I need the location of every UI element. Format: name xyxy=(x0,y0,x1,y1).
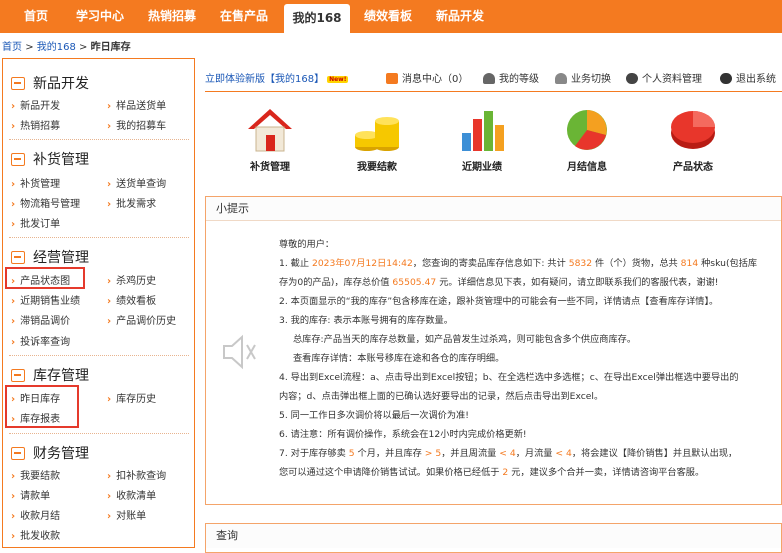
divider xyxy=(9,237,189,238)
tab-home[interactable]: 首页 xyxy=(8,0,64,33)
tab-on-sale[interactable]: 在售产品 xyxy=(212,0,276,33)
tips-line: 查看库存详情：本账号移库在途和各仓的库存明细。 xyxy=(293,353,505,364)
quick-settlement[interactable]: 我要结款 xyxy=(347,107,407,173)
highlight-box xyxy=(5,385,79,428)
mail-icon xyxy=(386,73,398,84)
sidebar-item[interactable]: 扣补款查询 xyxy=(107,467,166,482)
user-icon xyxy=(483,73,495,84)
sidebar-item[interactable]: 热销招募 xyxy=(11,117,60,132)
my-level-link[interactable]: 我的等级 xyxy=(483,70,539,85)
new-version-link[interactable]: 立即体验新版【我的168】 New! xyxy=(205,70,349,85)
switch-business-link[interactable]: 业务切换 xyxy=(555,70,611,85)
power-icon xyxy=(720,73,732,84)
breadcrumb-my168[interactable]: 我的168 xyxy=(37,42,76,53)
truck-icon xyxy=(11,153,25,166)
message-center-link[interactable]: 消息中心（0） xyxy=(386,70,468,85)
tips-line: 1. 截止 2023年07月12日14:42，您查询的寄卖品库存信息如下: 共计… xyxy=(279,258,758,269)
sidebar-item[interactable]: 产品调价历史 xyxy=(107,312,176,327)
main-header: 立即体验新版【我的168】 New! 消息中心（0） 我的等级 业务切换 个人资料… xyxy=(205,70,782,86)
tab-performance[interactable]: 绩效看板 xyxy=(356,0,420,33)
sidebar-item[interactable]: 绩效看板 xyxy=(107,292,156,307)
query-panel: 查询 xyxy=(205,523,782,553)
divider xyxy=(9,355,189,356)
users-icon xyxy=(555,73,567,84)
sidebar-section-inventory: 库存管理 xyxy=(11,365,89,385)
sidebar-item[interactable]: 物流箱号管理 xyxy=(11,195,80,210)
sidebar-item[interactable]: 库存历史 xyxy=(107,390,156,405)
tips-line: 内容；d、点击弹出框上面的已确认选好要导出的记录，然后点击导出到Excel。 xyxy=(279,391,604,402)
sidebar-item[interactable]: 我要结款 xyxy=(11,467,60,482)
sidebar-item[interactable]: 送货单查询 xyxy=(107,175,166,190)
tips-line: 总库存:产品当天的库存总数量，如产品曾发生过杀鸡，则可能包含多个供应商库存。 xyxy=(293,334,637,345)
quick-product-status[interactable]: 产品状态 xyxy=(663,107,723,173)
tips-line: 4. 导出到Excel流程：a、点击导出到Excel按钮；b、在全选栏选中多选框… xyxy=(279,372,739,383)
sidebar-section-replenish: 补货管理 xyxy=(11,149,89,169)
divider xyxy=(205,91,782,92)
tips-line: 2. 本页面显示的“我的库存”包含移库在途，跟补货管理中的可能会有一些不同，详情… xyxy=(279,296,719,307)
sidebar-item[interactable]: 新品开发 xyxy=(11,97,60,112)
sidebar: 新品开发 新品开发 样品送货单 热销招募 我的招募车 补货管理 补货管理 送货单… xyxy=(2,58,195,548)
top-nav: 首页 学习中心 热销招募 在售产品 我的168 绩效看板 新品开发 xyxy=(0,0,782,33)
inventory-icon xyxy=(11,369,25,382)
sidebar-item[interactable]: 收款清单 xyxy=(107,487,156,502)
tab-new-product[interactable]: 新品开发 xyxy=(428,0,492,33)
tab-my168[interactable]: 我的168 xyxy=(284,4,350,33)
sidebar-item[interactable]: 对账单 xyxy=(107,507,146,522)
tab-hot-recruit[interactable]: 热销招募 xyxy=(140,0,204,33)
sidebar-section-business: 经营管理 xyxy=(11,247,89,267)
quick-replenish[interactable]: 补货管理 xyxy=(240,107,300,173)
sidebar-section-finance: 财务管理 xyxy=(11,443,89,463)
tips-panel: 小提示 尊敬的用户： 1. 截止 2023年07月12日14:42，您查询的寄卖… xyxy=(205,196,782,505)
logout-link[interactable]: 退出系统 xyxy=(720,70,776,85)
tips-line: 3. 我的库存: 表示本账号拥有的库存数量。 xyxy=(279,315,453,326)
pie-3d-icon xyxy=(671,111,715,149)
tips-greeting: 尊敬的用户： xyxy=(279,239,335,250)
coins-icon xyxy=(355,117,399,151)
sidebar-item[interactable]: 补货管理 xyxy=(11,175,60,190)
pie-chart-icon xyxy=(567,110,607,150)
tips-title: 小提示 xyxy=(206,197,781,221)
divider xyxy=(9,433,189,434)
sidebar-item[interactable]: 收款月结 xyxy=(11,507,60,522)
breadcrumb-current: 昨日库存 xyxy=(90,42,131,53)
query-title: 查询 xyxy=(206,524,781,548)
tips-line: 存为0的产品)，库存总价值 65505.47 元。详细信息见下表，如有疑问，请立… xyxy=(279,277,719,288)
business-icon xyxy=(11,251,25,264)
tab-learning[interactable]: 学习中心 xyxy=(68,0,132,33)
bar-chart-icon xyxy=(462,111,504,151)
breadcrumb-sep: > xyxy=(79,42,88,53)
new-product-icon xyxy=(11,77,25,90)
sidebar-item[interactable]: 我的招募车 xyxy=(107,117,166,132)
new-badge: New! xyxy=(327,76,349,83)
sidebar-item[interactable]: 批发需求 xyxy=(107,195,156,210)
highlight-box xyxy=(5,267,85,289)
breadcrumb-home[interactable]: 首页 xyxy=(2,42,22,53)
quick-performance[interactable]: 近期业绩 xyxy=(452,107,512,173)
sidebar-item[interactable]: 投诉率查询 xyxy=(11,333,70,348)
tips-line: 6. 请注意：所有调价操作，系统会在12小时内完成价格更新! xyxy=(279,429,527,440)
yen-icon xyxy=(11,447,25,460)
sidebar-item[interactable]: 杀鸡历史 xyxy=(107,272,156,287)
sidebar-item[interactable]: 请款单 xyxy=(11,487,50,502)
tips-line: 7. 对于库存够卖 5 个月，并且库存 > 5，并且周流量 < 4，月流量 < … xyxy=(279,448,738,459)
house-icon xyxy=(248,109,292,152)
sidebar-item[interactable]: 近期销售业绩 xyxy=(11,292,80,307)
breadcrumb-sep: > xyxy=(25,42,34,53)
breadcrumb: 首页 > 我的168 > 昨日库存 xyxy=(2,38,131,53)
tips-line: 5. 同一工作日多次调价将以最后一次调价为准! xyxy=(279,410,469,421)
sidebar-item[interactable]: 滞销品调价 xyxy=(11,312,70,327)
gear-icon xyxy=(626,73,638,84)
sidebar-section-new-product: 新品开发 xyxy=(11,73,89,93)
tips-line: 您可以通过这个申请降价销售试试。如果价格已经低于 2 元，建议多个合并一卖，详情… xyxy=(279,467,705,478)
sidebar-item[interactable]: 样品送货单 xyxy=(107,97,166,112)
speaker-icon xyxy=(223,334,256,370)
tips-content: 尊敬的用户： 1. 截止 2023年07月12日14:42，您查询的寄卖品库存信… xyxy=(279,235,779,482)
divider xyxy=(9,139,189,140)
sidebar-item[interactable]: 批发订单 xyxy=(11,215,60,230)
sidebar-item[interactable]: 批发收款 xyxy=(11,527,60,542)
quick-monthly[interactable]: 月结信息 xyxy=(557,107,617,173)
profile-link[interactable]: 个人资料管理 xyxy=(626,70,702,85)
